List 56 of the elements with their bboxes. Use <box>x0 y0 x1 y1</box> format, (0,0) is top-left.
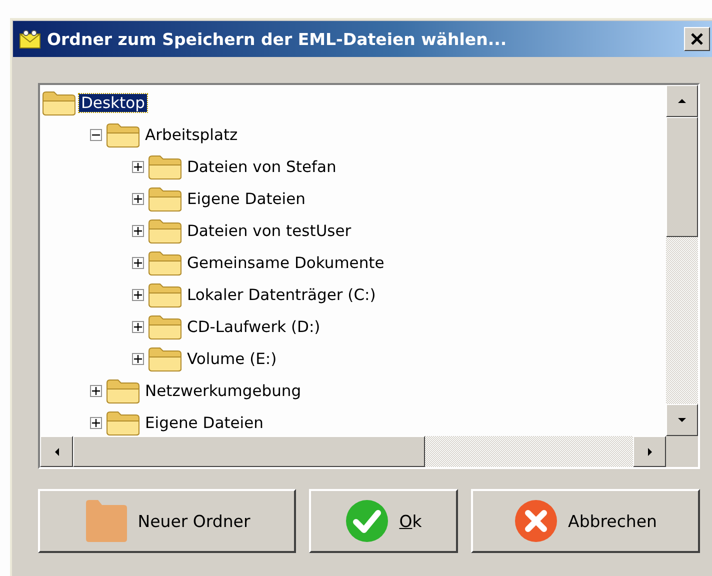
expand-toggle[interactable] <box>90 385 102 397</box>
horizontal-scrollbar[interactable] <box>40 436 666 467</box>
folder-icon <box>148 346 182 372</box>
plus-icon <box>134 323 142 331</box>
expand-toggle[interactable] <box>132 289 144 301</box>
tree-item[interactable]: Dateien von testUser <box>185 222 354 240</box>
expand-toggle[interactable] <box>132 353 144 365</box>
tree-item[interactable]: Gemeinsame Dokumente <box>185 254 386 272</box>
folder-icon <box>148 186 182 212</box>
folder-icon <box>148 218 182 244</box>
plus-icon <box>134 259 142 267</box>
folder-icon <box>42 90 76 116</box>
plus-icon <box>92 387 100 395</box>
tree-item[interactable]: Dateien von Stefan <box>185 158 338 176</box>
tree-item[interactable]: Desktop <box>79 94 147 112</box>
plus-icon <box>134 227 142 235</box>
checkmark-icon <box>345 499 390 543</box>
new-folder-button[interactable]: Neuer Ordner <box>38 489 296 553</box>
expand-toggle[interactable] <box>132 161 144 173</box>
vertical-scrollbar[interactable] <box>666 85 698 436</box>
plus-icon <box>134 163 142 171</box>
folder-icon <box>148 154 182 180</box>
collapse-toggle[interactable] <box>90 129 102 141</box>
expand-toggle[interactable] <box>132 321 144 333</box>
tree-item[interactable]: Netzwerkumgebung <box>143 382 304 400</box>
close-icon <box>690 32 704 46</box>
down-arrow-icon <box>677 415 687 425</box>
folder-icon <box>106 378 140 404</box>
scrollbar-corner <box>666 436 698 467</box>
envelope-icon <box>19 29 41 49</box>
cancel-button[interactable]: Abbrechen <box>471 489 700 553</box>
ok-button[interactable]: Ok <box>309 489 458 553</box>
tree-item[interactable]: Arbeitsplatz <box>143 126 240 144</box>
expand-toggle[interactable] <box>132 193 144 205</box>
window-title: Ordner zum Speichern der EML-Dateien wählen... <box>47 30 508 48</box>
close-button[interactable] <box>684 27 710 51</box>
expand-toggle[interactable] <box>90 417 102 429</box>
tree-item[interactable]: Eigene Dateien <box>143 414 266 432</box>
plus-icon <box>134 291 142 299</box>
tree-item[interactable]: Lokaler Datenträger (C:) <box>185 286 378 304</box>
tree-item[interactable]: Volume (E:) <box>185 350 279 368</box>
expand-toggle[interactable] <box>132 225 144 237</box>
folder-icon <box>106 122 140 148</box>
folder-icon <box>148 250 182 276</box>
folder-icon <box>148 314 182 340</box>
tree-item[interactable]: Eigene Dateien <box>185 190 308 208</box>
cancel-icon <box>514 499 558 543</box>
plus-icon <box>92 419 100 427</box>
plus-icon <box>134 195 142 203</box>
folder-icon <box>84 499 128 543</box>
tree-item[interactable]: CD-Laufwerk (D:) <box>185 318 322 336</box>
folder-icon <box>148 282 182 308</box>
plus-icon <box>134 355 142 363</box>
expand-toggle[interactable] <box>132 257 144 269</box>
up-arrow-icon <box>677 96 687 106</box>
folder-icon <box>106 410 140 436</box>
